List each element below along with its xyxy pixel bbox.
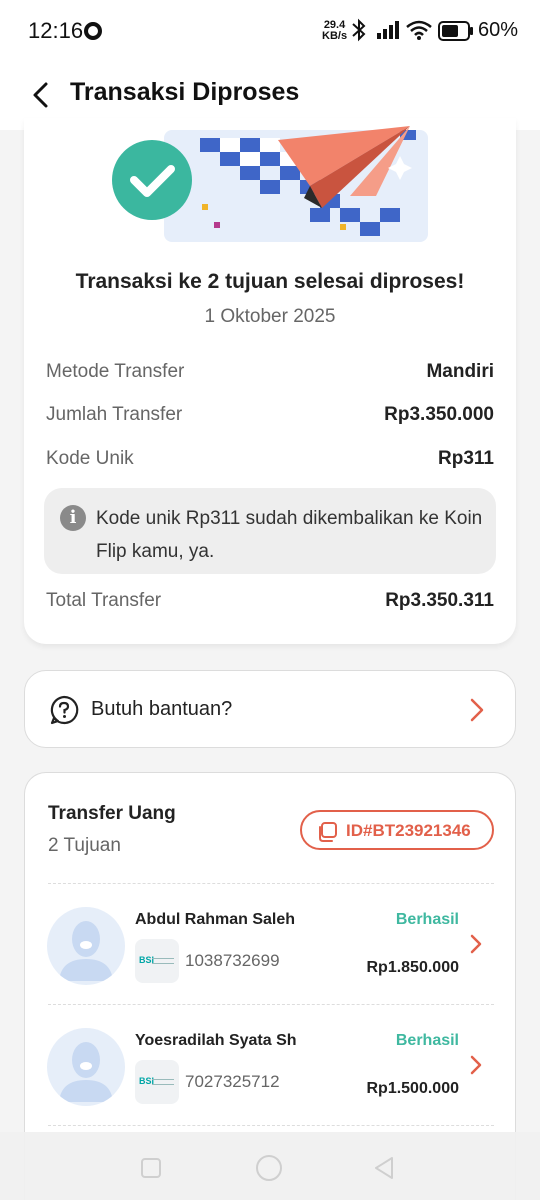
help-button[interactable]: Butuh bantuan? — [24, 670, 516, 748]
divider — [48, 1125, 494, 1126]
battery-percent: 60% — [478, 19, 519, 41]
transaction-id: ID#BT23921346 — [346, 821, 471, 840]
detail-label: Jumlah Transfer — [46, 404, 183, 425]
recipient-amount: Rp1.500.000 — [366, 1080, 459, 1097]
recipient-status: Berhasil — [395, 911, 459, 928]
summary-title: Transaksi ke 2 tujuan selesai diproses! — [75, 270, 465, 293]
recipient-amount: Rp1.850.000 — [366, 959, 459, 976]
transaction-id-copy-button[interactable]: ID#BT23921346 — [300, 810, 494, 850]
recipient-status: Berhasil — [395, 1032, 459, 1049]
divider — [48, 1004, 494, 1005]
unique-code-info-box: i Kode unik Rp311 sudah dikembalikan ke … — [44, 488, 496, 574]
wifi-icon — [406, 20, 432, 40]
bluetooth-icon — [352, 18, 366, 42]
detail-value: Mandiri — [426, 361, 494, 382]
chevron-right-icon — [470, 934, 482, 954]
summary-date: 1 Oktober 2025 — [204, 306, 336, 327]
divider — [48, 883, 494, 884]
signal-icon — [377, 21, 399, 39]
system-navigation-bar — [0, 1132, 540, 1200]
recipient-item[interactable]: Abdul Rahman Saleh BSI 1038732699 Berhas… — [25, 885, 517, 995]
info-text: Kode unik Rp311 sudah dikembalikan ke Ko… — [96, 508, 483, 562]
network-speed: 29.4 KB/s — [322, 20, 347, 42]
total-label: Total Transfer — [46, 590, 162, 611]
network-speed-unit: KB/s — [322, 30, 348, 42]
copy-icon — [319, 822, 337, 842]
question-icon — [50, 695, 79, 725]
recipient-name: Yoesradilah Syata Sh — [135, 1032, 297, 1049]
status-bar: 12:16 29.4 KB/s 60% — [0, 0, 540, 62]
detail-label: Metode Transfer — [46, 361, 185, 382]
transfer-title: Transfer Uang — [48, 803, 176, 824]
recent-apps-button[interactable] — [141, 1158, 161, 1178]
page-title: Transaksi Diproses — [70, 78, 300, 106]
chevron-right-icon — [470, 698, 484, 722]
recipient-account: 7027325712 — [185, 1072, 280, 1091]
detail-value: Rp311 — [438, 448, 494, 469]
back-triangle-icon[interactable] — [372, 1156, 396, 1180]
home-button[interactable] — [256, 1155, 282, 1181]
avatar — [47, 907, 125, 985]
chevron-left-icon[interactable] — [28, 80, 54, 110]
recipient-item[interactable]: Yoesradilah Syata Sh BSI 7027325712 Berh… — [25, 1006, 517, 1116]
summary-card: Transaksi ke 2 tujuan selesai diproses! … — [24, 118, 516, 644]
transfer-subtitle: 2 Tujuan — [48, 835, 121, 856]
recipient-account: 1038732699 — [185, 951, 280, 970]
battery-icon — [438, 21, 473, 41]
status-time: 12:16 — [28, 18, 84, 43]
info-icon: i — [60, 505, 86, 531]
bank-logo: BSI — [135, 1060, 179, 1104]
total-value: Rp3.350.311 — [385, 590, 494, 611]
notification-icon — [84, 22, 102, 40]
help-label: Butuh bantuan? — [91, 698, 233, 720]
bank-logo: BSI — [135, 939, 179, 983]
recipient-name: Abdul Rahman Saleh — [135, 911, 296, 928]
avatar — [47, 1028, 125, 1106]
detail-label: Kode Unik — [46, 448, 134, 469]
chevron-right-icon — [470, 1055, 482, 1075]
detail-value: Rp3.350.000 — [384, 404, 494, 425]
transaction-success-illustration — [112, 126, 428, 242]
